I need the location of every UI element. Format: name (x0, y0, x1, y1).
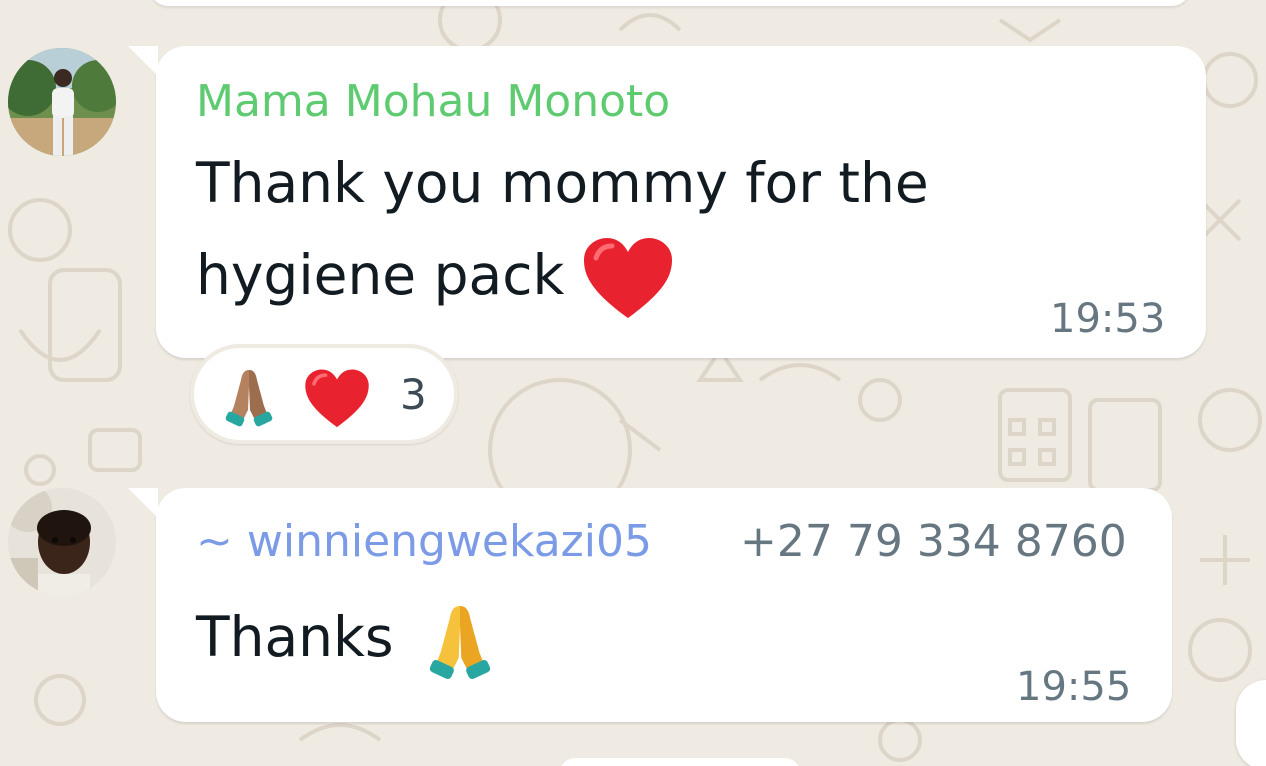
next-message-bubble (560, 758, 800, 766)
previous-message-bubble (150, 0, 1190, 6)
message-text-fragment: hygiene pack (196, 243, 565, 307)
red-heart-icon (305, 369, 369, 428)
message-timestamp: 19:55 (1016, 664, 1132, 710)
message-text-fragment: Thanks (196, 605, 394, 669)
avatar-photo-icon (8, 48, 116, 156)
bubble-tail (128, 46, 158, 76)
message-reactions[interactable]: 3 (190, 344, 458, 444)
message-text-line: Thanks (196, 592, 495, 685)
message-text-line: hygiene pack (196, 230, 674, 322)
sender-avatar[interactable] (8, 48, 116, 156)
scroll-side-button[interactable] (1236, 680, 1266, 766)
message-timestamp: 19:53 (1050, 296, 1166, 342)
red-heart-icon (583, 237, 672, 318)
bubble-tail (128, 488, 158, 518)
folded-hands-icon (225, 370, 273, 427)
message-bubble[interactable]: ~ winniengwekazi05 +27 79 334 8760 Thank… (128, 488, 1172, 722)
message-bubble[interactable]: Mama Mohau Monoto Thank you mommy for th… (128, 46, 1206, 358)
message-text-line: Thank you mommy for the (196, 151, 929, 215)
sender-name[interactable]: Mama Mohau Monoto (196, 74, 670, 130)
sender-avatar[interactable] (8, 488, 116, 596)
folded-hands-icon (429, 605, 491, 679)
reaction-count: 3 (400, 370, 427, 419)
sender-name[interactable]: ~ winniengwekazi05 (196, 514, 652, 570)
sender-phone-number[interactable]: +27 79 334 8760 (740, 514, 1127, 570)
avatar-photo-icon (8, 488, 116, 596)
